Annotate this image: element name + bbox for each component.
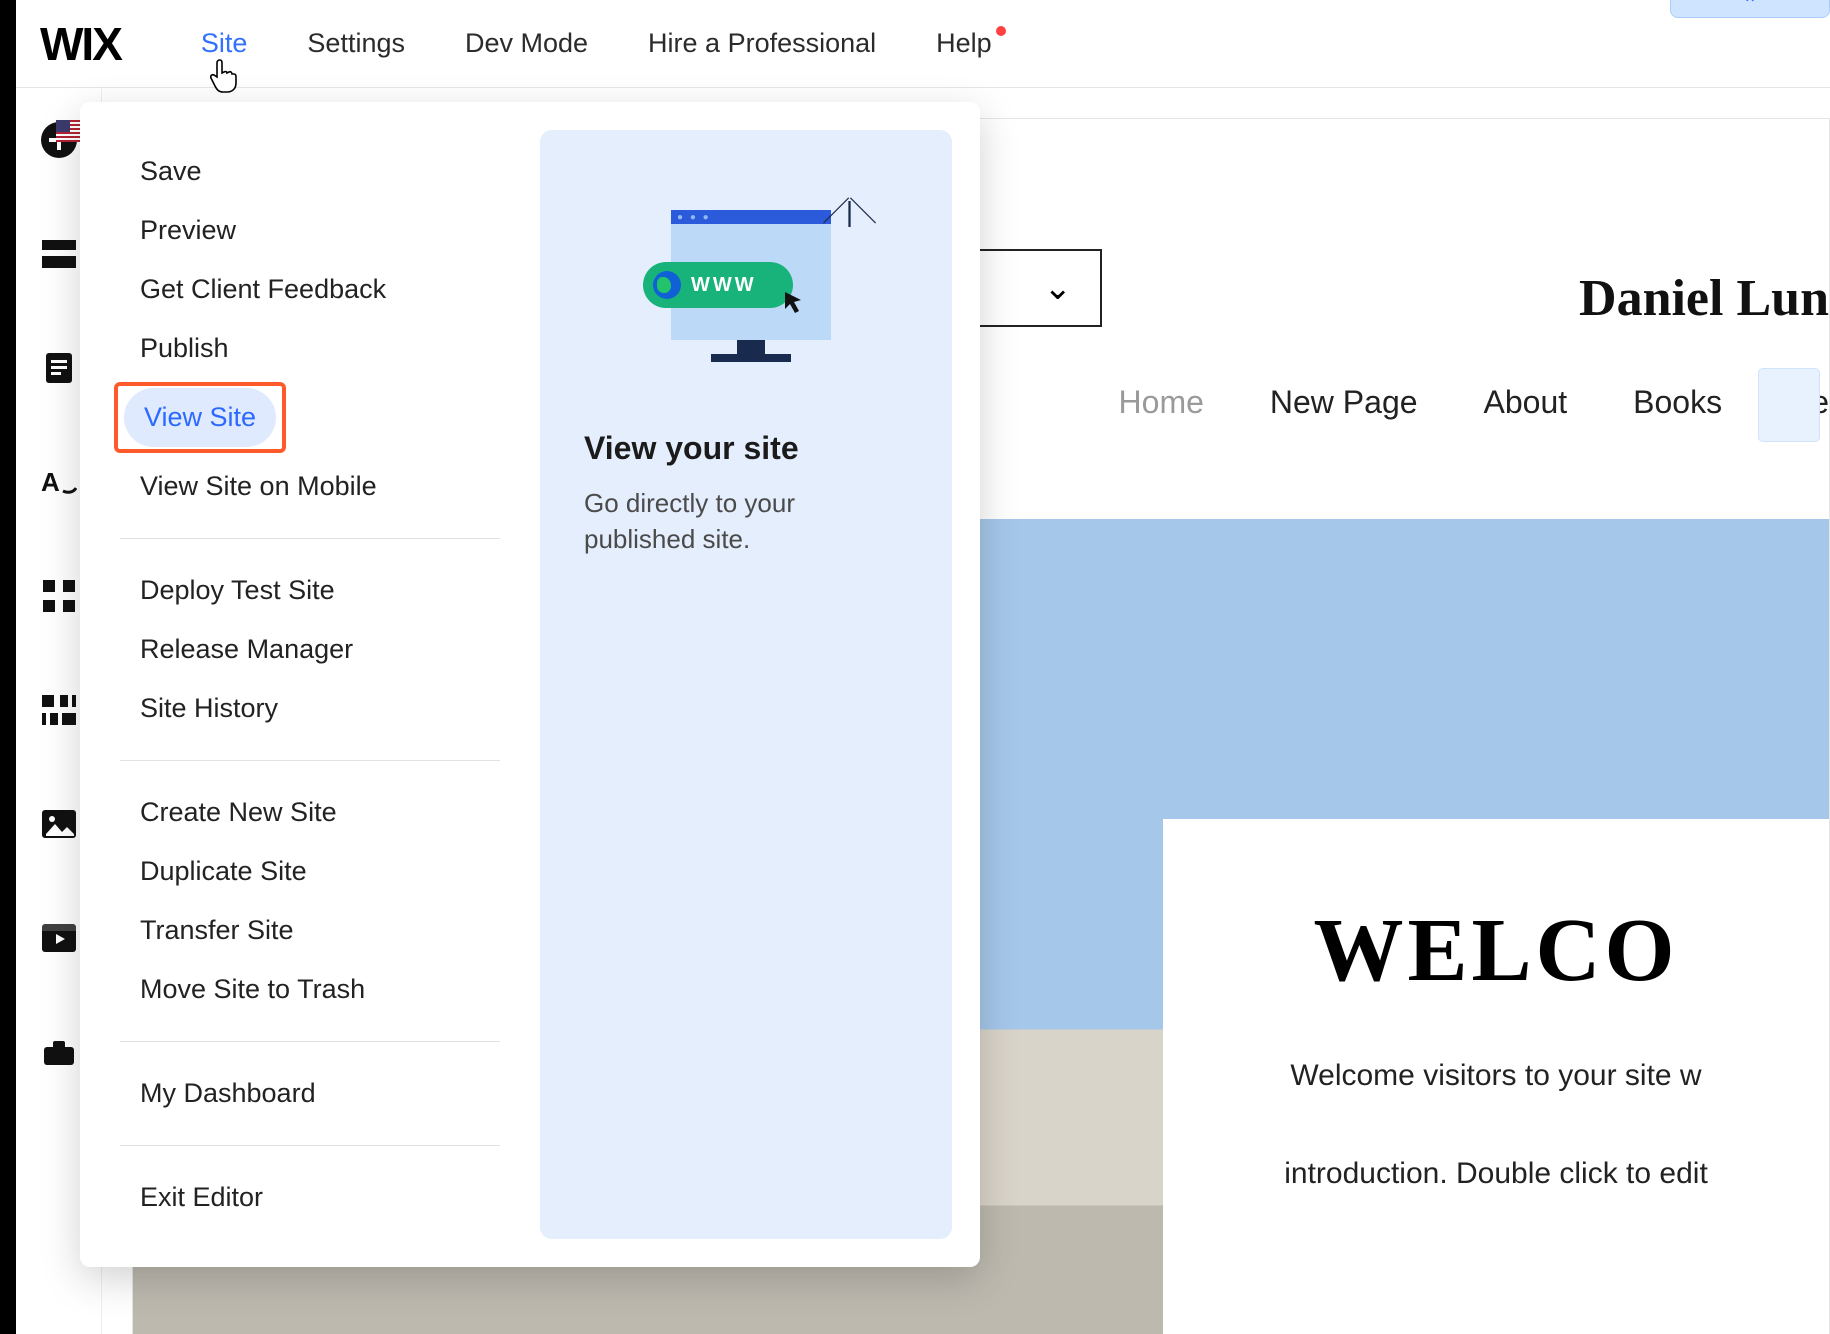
notification-dot-icon (996, 26, 1006, 36)
editor-topbar: WIX Site Settings Dev Mode Hire a Profes… (16, 0, 1830, 88)
video-icon (42, 924, 76, 952)
layout-icon (42, 695, 76, 725)
site-menu-dashboard[interactable]: My Dashboard (120, 1064, 336, 1123)
site-menu-save[interactable]: Save (120, 142, 222, 201)
site-menu-dropdown: Save Preview Get Client Feedback Publish… (80, 102, 980, 1267)
top-menu-help[interactable]: Help (936, 28, 992, 59)
site-title[interactable]: Daniel Lun (1579, 269, 1829, 328)
view-site-illustration: ● ● ● ／ | ＼ WWW (641, 190, 851, 370)
site-menu-list: Save Preview Get Client Feedback Publish… (80, 130, 540, 1239)
nav-books[interactable]: Books (1633, 384, 1722, 421)
window-edge (0, 0, 16, 1334)
layout-button[interactable] (37, 688, 81, 732)
nav-new-page[interactable]: New Page (1270, 384, 1418, 421)
site-menu-exit[interactable]: Exit Editor (120, 1168, 283, 1227)
nav-home[interactable]: Home (1119, 384, 1204, 421)
sections-button[interactable] (37, 232, 81, 276)
site-menu-view-site[interactable]: View Site (124, 388, 276, 447)
sections-icon (42, 240, 76, 268)
hero-heading[interactable]: WELCO (1223, 899, 1769, 1002)
site-menu-history[interactable]: Site History (120, 679, 298, 738)
site-menu-trash[interactable]: Move Site to Trash (120, 960, 385, 1019)
floating-hint-card[interactable] (1759, 369, 1819, 441)
text-style-icon: A (41, 467, 77, 497)
top-menu: Site Settings Dev Mode Hire a Profession… (201, 28, 992, 59)
top-menu-help-label: Help (936, 28, 992, 58)
media-button[interactable] (37, 802, 81, 846)
hero-text-card[interactable]: WELCO Welcome visitors to your site w in… (1163, 819, 1829, 1334)
apps-button[interactable] (37, 574, 81, 618)
top-menu-site[interactable]: Site (201, 28, 248, 59)
menu-separator (120, 1041, 500, 1042)
topbar-collapse-button[interactable]: ⌃ (1670, 0, 1830, 18)
site-menu-create-new[interactable]: Create New Site (120, 783, 357, 842)
nav-about[interactable]: About (1484, 384, 1568, 421)
business-icon (42, 1037, 76, 1067)
wix-logo[interactable]: WIX (40, 17, 121, 71)
menu-separator (120, 760, 500, 761)
video-button[interactable] (37, 916, 81, 960)
menu-separator (120, 538, 500, 539)
www-label: WWW (691, 274, 757, 297)
site-menu-preview[interactable]: Preview (120, 201, 256, 260)
page-icon (44, 351, 74, 385)
text-style-button[interactable]: A (37, 460, 81, 504)
site-menu-feedback[interactable]: Get Client Feedback (120, 260, 406, 319)
site-menu-deploy-test[interactable]: Deploy Test Site (120, 561, 355, 620)
apps-icon (43, 580, 75, 612)
business-button[interactable] (37, 1030, 81, 1074)
site-nav: Home New Page About Books Re (1119, 384, 1829, 421)
site-menu-preview-pane: ● ● ● ／ | ＼ WWW View your site Go direct… (540, 130, 952, 1239)
site-menu-publish[interactable]: Publish (120, 319, 249, 378)
tutorial-highlight-box: View Site (114, 382, 286, 453)
cursor-icon (783, 290, 805, 316)
site-menu-view-mobile[interactable]: View Site on Mobile (120, 457, 397, 516)
top-menu-hire[interactable]: Hire a Professional (648, 28, 876, 59)
top-menu-devmode[interactable]: Dev Mode (465, 28, 588, 59)
hero-paragraph-line2[interactable]: introduction. Double click to edit (1223, 1150, 1769, 1198)
site-menu-transfer[interactable]: Transfer Site (120, 901, 314, 960)
pages-button[interactable] (37, 346, 81, 390)
svg-text:A: A (41, 467, 60, 497)
globe-icon (653, 271, 681, 299)
image-icon (42, 810, 76, 838)
preview-desc: Go directly to your published site. (584, 485, 908, 558)
top-menu-settings[interactable]: Settings (307, 28, 405, 59)
site-menu-duplicate[interactable]: Duplicate Site (120, 842, 327, 901)
chevron-down-icon: ⌄ (1044, 268, 1073, 308)
preview-title: View your site (584, 430, 799, 467)
site-menu-release-manager[interactable]: Release Manager (120, 620, 373, 679)
menu-separator (120, 1145, 500, 1146)
hero-paragraph-line1[interactable]: Welcome visitors to your site w (1223, 1052, 1769, 1100)
